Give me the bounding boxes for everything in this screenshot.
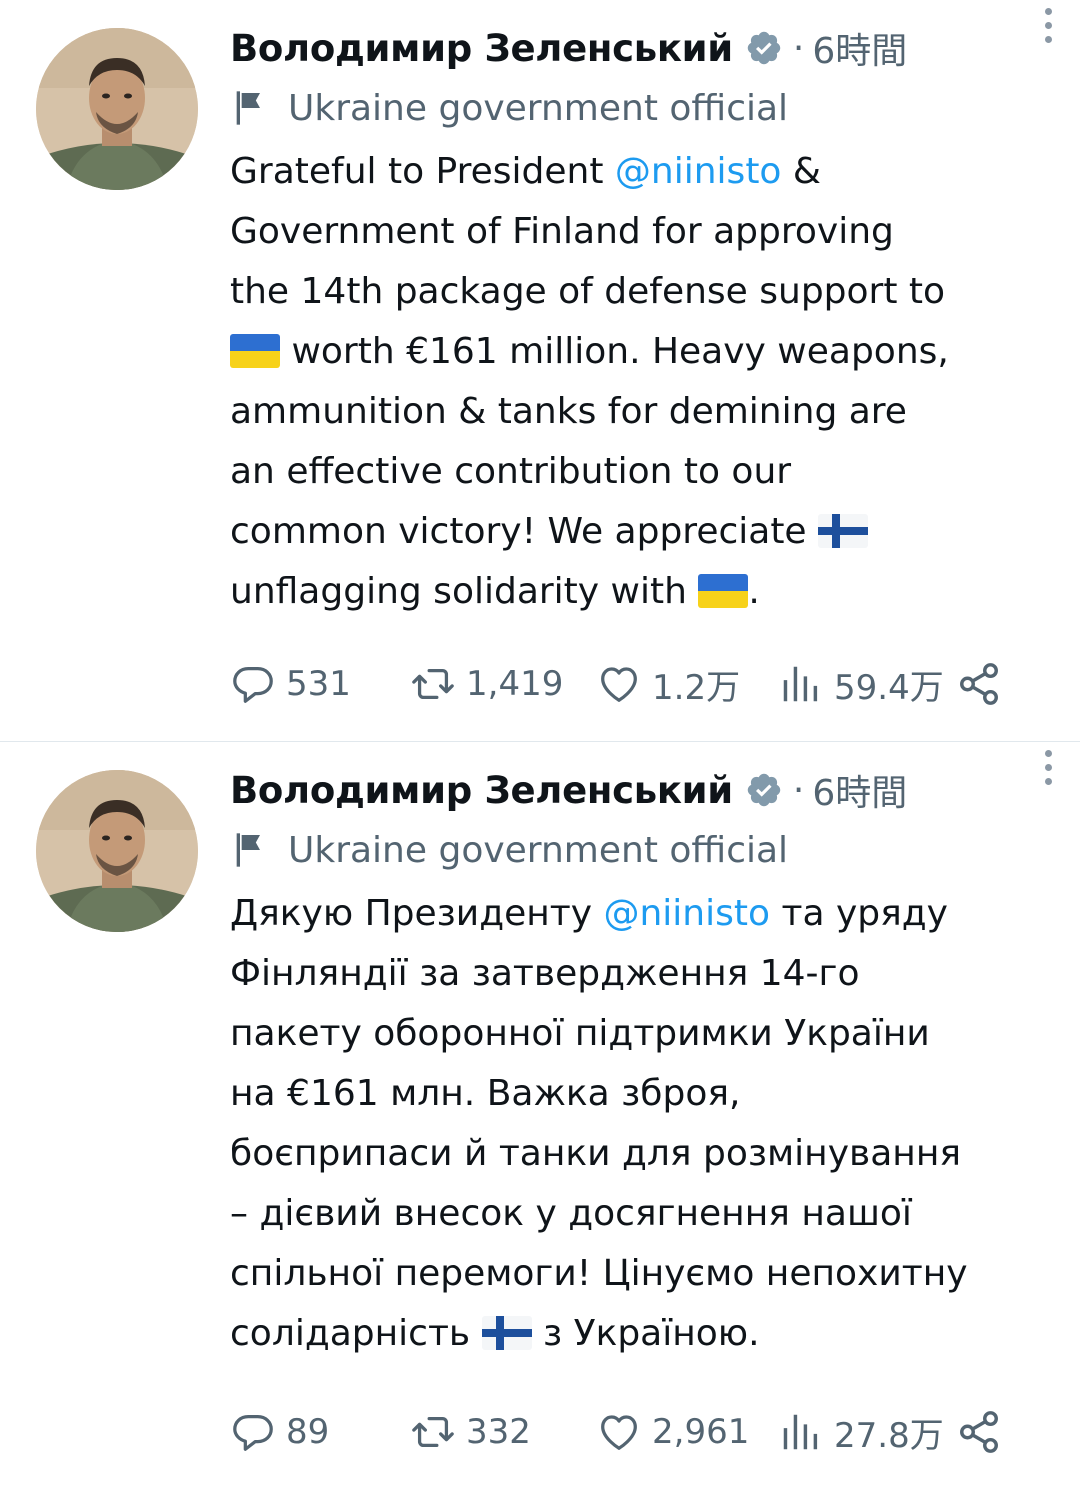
timestamp[interactable]: 6時間 — [812, 764, 907, 816]
avatar[interactable] — [36, 770, 198, 932]
like-count: 2,961 — [652, 1412, 750, 1452]
author-name[interactable]: Володимир Зеленський — [230, 27, 733, 70]
tweet-text-segment: unflagging solidarity with — [230, 571, 699, 612]
reply-icon — [230, 661, 276, 707]
action-bar: 89 332 2,961 27.8万 — [230, 1402, 1020, 1462]
views-button[interactable]: 27.8万 — [778, 1402, 944, 1462]
reply-button[interactable]: 89 — [230, 1402, 329, 1462]
views-button[interactable]: 59.4万 — [778, 654, 944, 714]
tweet-header: Володимир Зеленський · 6時間 — [230, 20, 1050, 76]
mention-link[interactable]: @niinisto — [615, 151, 782, 192]
tweet-text-line: Government of Finland for approving — [230, 211, 894, 252]
like-icon — [596, 1409, 642, 1455]
tweet-text-line: – дієвий внесок у досягнення нашої — [230, 1193, 912, 1234]
view-count: 59.4万 — [834, 667, 944, 708]
affiliation-label-text: Ukraine government official — [288, 829, 789, 871]
retweet-icon — [410, 1409, 456, 1455]
like-icon — [596, 661, 642, 707]
views-icon — [778, 1409, 824, 1455]
mention-link[interactable]: @niinisto — [603, 893, 770, 934]
verified-badge-icon[interactable] — [745, 771, 783, 809]
more-options-icon[interactable] — [1040, 8, 1056, 48]
tweet-text-line: на €161 млн. Важка зброя, — [230, 1073, 741, 1114]
affiliation-label-text: Ukraine government official — [288, 87, 789, 129]
tweet-header: Володимир Зеленський · 6時間 — [230, 762, 1050, 818]
like-button[interactable]: 1.2万 — [596, 654, 740, 714]
retweet-button[interactable]: 332 — [410, 1402, 531, 1462]
tweet-text: Дякую Президенту @niinisto та уряду Фінл… — [230, 884, 1050, 1364]
tweet-text-line: the 14th package of defense support to — [230, 271, 946, 312]
tweet-text-segment: Grateful to President — [230, 151, 615, 192]
like-button[interactable]: 2,961 — [596, 1402, 749, 1462]
reply-button[interactable]: 531 — [230, 654, 351, 714]
tweet-card[interactable]: Володимир Зеленський · 6時間 Ukraine gover… — [0, 742, 1080, 1498]
view-count: 27.8万 — [834, 1415, 944, 1456]
reply-icon — [230, 1409, 276, 1455]
retweet-count: 332 — [466, 1412, 531, 1452]
finland-flag-emoji — [482, 1316, 532, 1350]
tweet-text-line: Фінляндії за затвердження 14-го — [230, 953, 860, 994]
affiliation-label[interactable]: Ukraine government official — [230, 76, 1050, 140]
reply-count: 89 — [286, 1412, 330, 1452]
tweet-text-line: пакету оборонної підтримки України — [230, 1013, 930, 1054]
government-flag-icon — [230, 88, 270, 128]
separator-dot: · — [792, 769, 805, 811]
tweet-text-line: спільної перемоги! Цінуємо непохитну — [230, 1253, 968, 1294]
action-bar: 531 1,419 1.2万 59.4万 — [230, 654, 1020, 714]
retweet-button[interactable]: 1,419 — [410, 654, 563, 714]
tweet-text-segment: з Україною. — [531, 1313, 760, 1354]
reply-count: 531 — [286, 664, 351, 704]
share-icon[interactable] — [956, 1409, 1002, 1455]
retweet-icon — [410, 661, 456, 707]
government-flag-icon — [230, 830, 270, 870]
tweet-text-segment: worth €161 million. Heavy weapons, — [280, 331, 949, 372]
tweet-text-segment: & — [781, 151, 821, 192]
tweet-content: Володимир Зеленський · 6時間 Ukraine gover… — [230, 20, 1050, 622]
tweet-text-line: an effective contribution to our — [230, 451, 792, 492]
tweet-content: Володимир Зеленський · 6時間 Ukraine gover… — [230, 762, 1050, 1364]
tweet-text-segment: солідарність — [230, 1313, 482, 1354]
tweet-text-segment: common victory! We appreciate — [230, 511, 819, 552]
tweet-text-segment: та уряду — [770, 893, 948, 934]
views-icon — [778, 661, 824, 707]
tweet-text-segment: . — [748, 571, 760, 612]
timestamp[interactable]: 6時間 — [812, 22, 907, 74]
author-name[interactable]: Володимир Зеленський — [230, 769, 733, 812]
ukraine-flag-emoji — [698, 574, 748, 608]
tweet-text-line: боєприпаси й танки для розмінування — [230, 1133, 962, 1174]
like-count: 1.2万 — [652, 667, 741, 708]
affiliation-label[interactable]: Ukraine government official — [230, 818, 1050, 882]
tweet-text-segment: Дякую Президенту — [230, 893, 604, 934]
share-icon[interactable] — [956, 661, 1002, 707]
verified-badge-icon[interactable] — [745, 29, 783, 67]
ukraine-flag-emoji — [230, 334, 280, 368]
finland-flag-emoji — [818, 514, 868, 548]
tweet-text-line: ammunition & tanks for demining are — [230, 391, 907, 432]
tweet-card[interactable]: Володимир Зеленський · 6時間 Ukraine gover… — [0, 0, 1080, 742]
avatar[interactable] — [36, 28, 198, 190]
tweet-text: Grateful to President @niinisto & Govern… — [230, 142, 1050, 622]
retweet-count: 1,419 — [466, 664, 564, 704]
more-options-icon[interactable] — [1040, 750, 1056, 790]
separator-dot: · — [792, 27, 805, 69]
